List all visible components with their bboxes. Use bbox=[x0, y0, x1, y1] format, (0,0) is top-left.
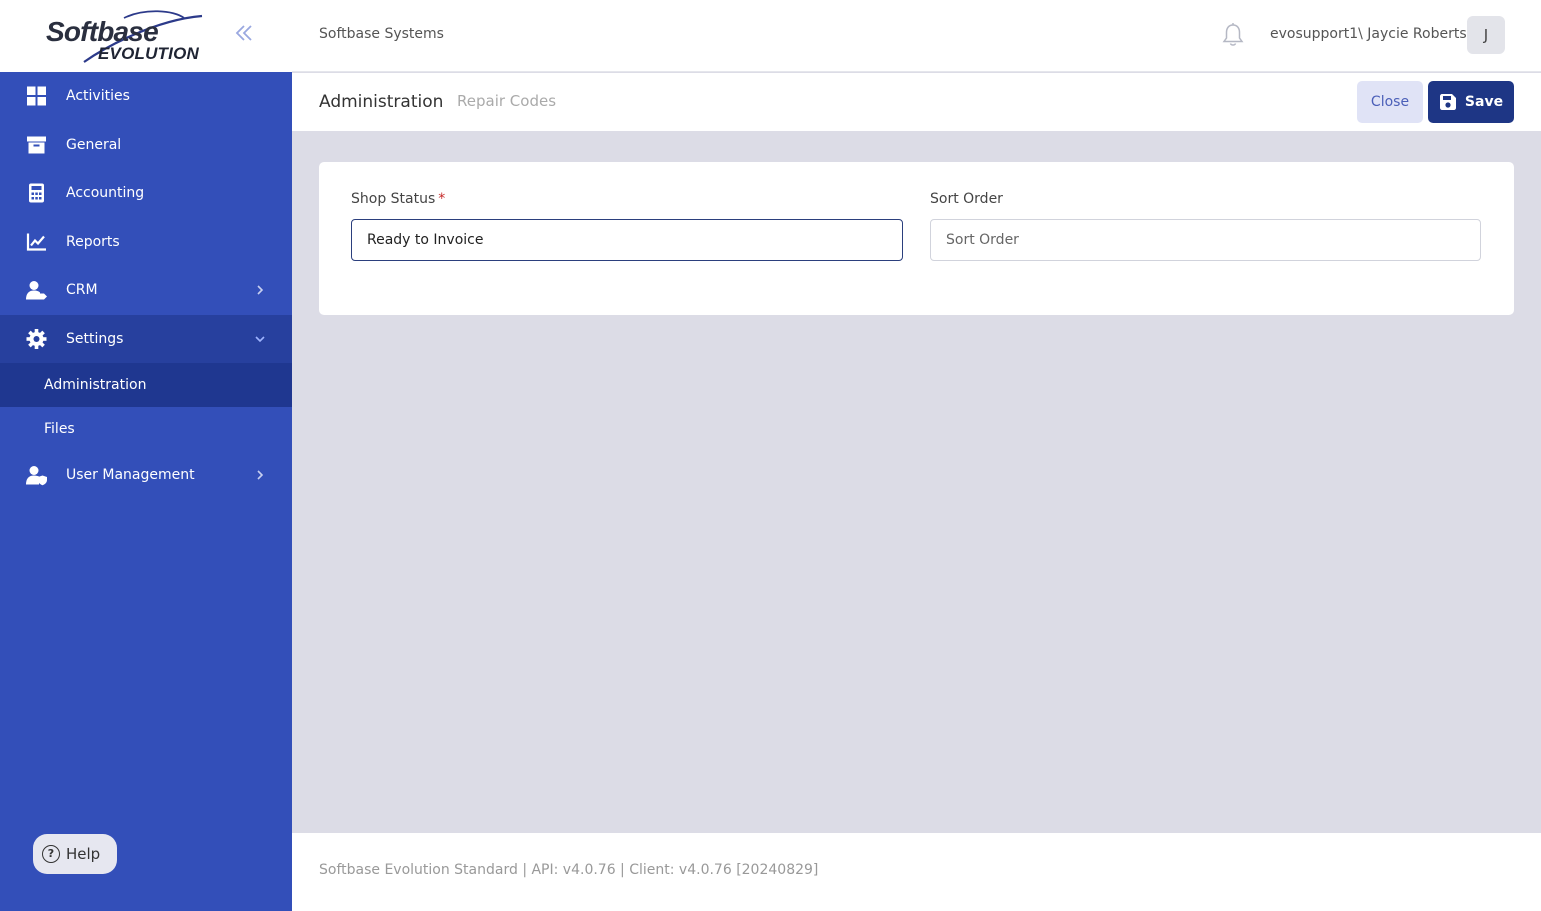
logo-text-bottom: EVOLUTION bbox=[98, 44, 199, 63]
gear-icon bbox=[26, 328, 47, 349]
help-label: Help bbox=[66, 845, 101, 863]
sort-order-label: Sort Order bbox=[930, 191, 1003, 207]
collapse-sidebar-button[interactable] bbox=[230, 22, 258, 50]
shop-status-label: Shop Status * bbox=[351, 191, 445, 207]
bell-icon[interactable] bbox=[1221, 22, 1245, 48]
sort-order-input[interactable] bbox=[930, 219, 1481, 261]
required-mark: * bbox=[438, 191, 446, 207]
sidebar-item-reports[interactable]: Reports bbox=[0, 218, 292, 267]
shop-status-input[interactable] bbox=[351, 219, 903, 261]
sidebar-item-user-management[interactable]: User Management bbox=[0, 451, 292, 500]
sidebar-item-label: General bbox=[66, 136, 122, 153]
archive-box-icon bbox=[27, 136, 46, 154]
sidebar-item-activities[interactable]: Activities bbox=[0, 72, 292, 121]
chevron-right-icon bbox=[257, 470, 264, 480]
help-button[interactable]: ? Help bbox=[33, 834, 117, 874]
softbase-logo[interactable]: Softbase EVOLUTION bbox=[44, 10, 212, 66]
save-label: Save bbox=[1464, 94, 1504, 110]
settings-submenu: Administration bbox=[0, 363, 292, 407]
sidebar-subitem-files[interactable]: Files bbox=[0, 407, 292, 451]
sidebar-item-crm[interactable]: CRM bbox=[0, 266, 292, 315]
sidebar-item-label: CRM bbox=[66, 282, 98, 299]
save-button[interactable]: Save bbox=[1428, 81, 1514, 123]
user-shield-icon bbox=[26, 466, 47, 486]
calculator-icon bbox=[29, 183, 44, 203]
sidebar-item-accounting[interactable]: Accounting bbox=[0, 169, 292, 218]
sidebar-subitem-administration[interactable]: Administration bbox=[0, 363, 292, 407]
sidebar-item-settings[interactable]: Settings bbox=[0, 314, 292, 363]
sidebar-item-label: Accounting bbox=[66, 185, 145, 202]
footer: Softbase Evolution Standard | API: v4.0.… bbox=[292, 833, 1541, 911]
sidebar-item-general[interactable]: General bbox=[0, 121, 292, 170]
question-circle-icon: ? bbox=[42, 845, 60, 863]
chevron-down-icon bbox=[255, 336, 265, 342]
sidebar-item-label: User Management bbox=[66, 467, 195, 484]
line-chart-icon bbox=[26, 233, 46, 251]
double-chevron-left-icon bbox=[235, 25, 252, 41]
company-name: Softbase Systems bbox=[319, 26, 444, 42]
logo-area: Softbase EVOLUTION bbox=[0, 0, 292, 72]
avatar[interactable]: J bbox=[1467, 16, 1505, 54]
sidebar-item-label: Settings bbox=[66, 330, 124, 347]
page-header: Administration Repair Codes Close Save bbox=[292, 73, 1541, 131]
version-info: Softbase Evolution Standard | API: v4.0.… bbox=[319, 862, 819, 878]
form-card: Shop Status* Sort Order bbox=[319, 162, 1514, 315]
user-tag-icon bbox=[26, 281, 47, 300]
page-title: Administration bbox=[319, 92, 444, 112]
sidebar: Softbase EVOLUTION Activities General Ac… bbox=[0, 0, 292, 911]
sidebar-nav: Activities General Accounting Reports CR… bbox=[0, 72, 292, 500]
sidebar-item-label: Reports bbox=[66, 233, 120, 250]
close-button[interactable]: Close bbox=[1357, 81, 1423, 123]
sidebar-item-label: Activities bbox=[66, 88, 130, 105]
grid-icon bbox=[27, 86, 46, 106]
top-header: Softbase Systems evosupport1\ Jaycie Rob… bbox=[292, 0, 1541, 72]
user-name[interactable]: evosupport1\ Jaycie Roberts bbox=[1270, 26, 1467, 42]
breadcrumb[interactable]: Repair Codes bbox=[457, 92, 556, 110]
floppy-disk-icon bbox=[1439, 94, 1456, 110]
shop-status-label-text: Shop Status bbox=[351, 191, 436, 207]
chevron-right-icon bbox=[257, 285, 264, 295]
